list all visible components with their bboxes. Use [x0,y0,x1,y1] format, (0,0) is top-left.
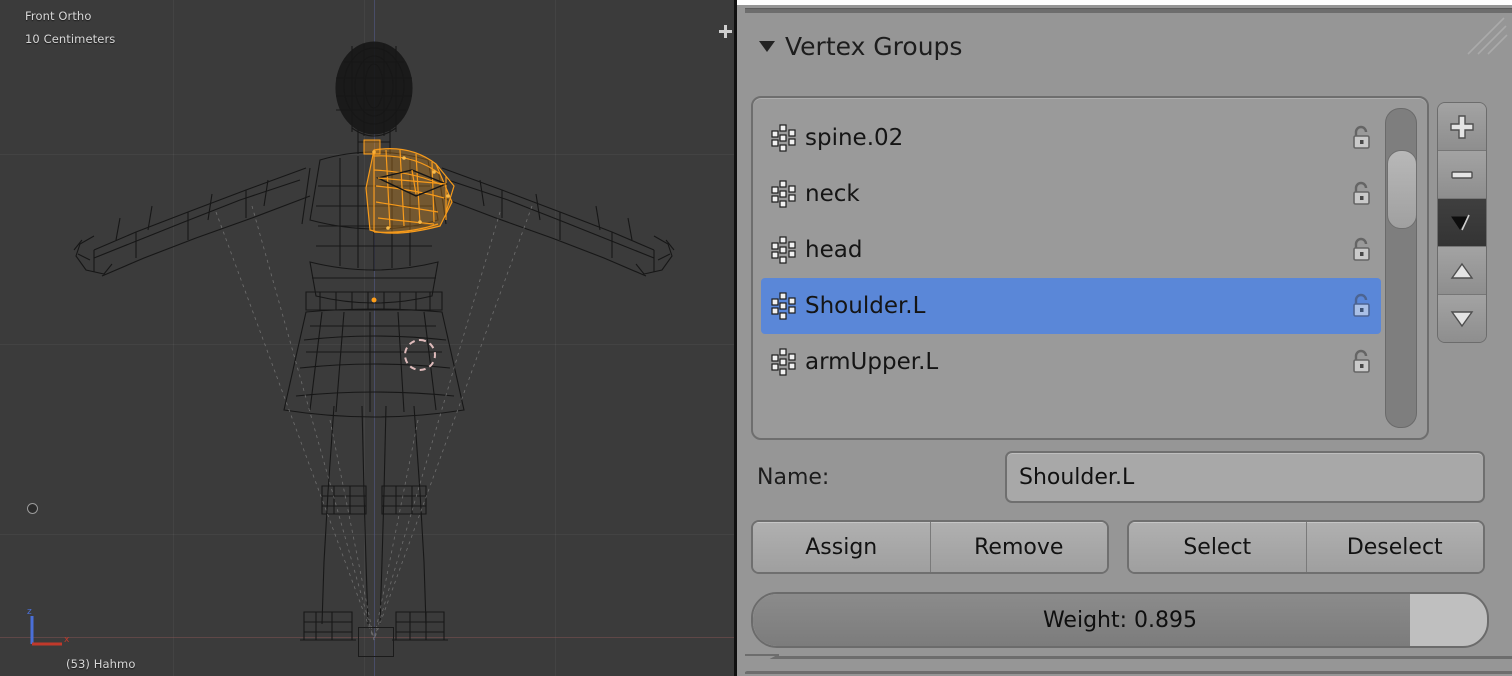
assign-remove-group: Assign Remove [751,520,1109,574]
plus-icon [1450,114,1474,139]
remove-button[interactable]: Remove [930,522,1107,572]
unlocked-padlock-icon[interactable] [1349,348,1375,376]
unlocked-padlock-icon[interactable] [1349,292,1375,320]
list-item-selected[interactable]: Shoulder.L [761,278,1381,334]
panel-top-divider [745,8,1512,13]
select-deselect-group: Select Deselect [1127,520,1485,574]
vertex-group-tool-column [1437,102,1487,343]
list-scrollbar[interactable] [1385,108,1417,428]
blender-window: x z Front Ortho 10 Centimeters (53) Hahm… [0,0,1512,676]
next-panel-divider[interactable] [745,654,1512,676]
list-item[interactable]: spine.02 [761,110,1381,166]
vertex-group-icon [771,292,796,320]
list-item-label: head [805,237,863,263]
list-item[interactable]: armUpper.L [761,334,1381,390]
viewport-object-info: (53) Hahmo [66,657,136,671]
3d-viewport[interactable]: x z Front Ortho 10 Centimeters (53) Hahm… [0,0,734,676]
plus-cursor-icon [719,25,732,38]
triangle-down-icon[interactable] [759,41,775,52]
svg-text:x: x [64,635,70,645]
name-input[interactable]: Shoulder.L [1005,451,1485,503]
properties-panel: Vertex Groups spine.02 neck head Shoulde… [737,0,1512,676]
unlocked-padlock-icon[interactable] [1349,124,1375,152]
weight-slider-label: Weight: 0.895 [1042,607,1198,633]
object-origin-icon [27,503,38,514]
list-item-label: spine.02 [805,125,904,151]
unlocked-padlock-icon[interactable] [1349,236,1375,264]
add-vertex-group-button[interactable] [1438,103,1486,151]
triangle-up-icon [1450,262,1474,279]
panel-title: Vertex Groups [785,32,963,61]
move-group-down-button[interactable] [1438,295,1486,342]
resize-grip-icon[interactable] [1460,16,1508,56]
dropdown-menu-icon [1451,214,1470,230]
name-input-value: Shoulder.L [1019,464,1135,490]
list-item-label: armUpper.L [805,349,939,375]
select-button[interactable]: Select [1129,522,1307,572]
list-item[interactable]: neck [761,166,1381,222]
viewport-grid-scale: 10 Centimeters [25,32,116,46]
vertex-groups-header[interactable]: Vertex Groups [759,32,962,61]
vertex-group-icon [771,124,796,152]
weight-slider[interactable]: Weight: 0.895 [751,592,1489,648]
panel-top-edge [737,0,1512,5]
assign-button[interactable]: Assign [753,522,931,572]
remove-vertex-group-button[interactable] [1438,151,1486,199]
vertex-group-name-row: Name: Shoulder.L [751,451,1485,503]
svg-text:z: z [27,607,32,617]
name-label: Name: [757,464,830,490]
panel-fold-corner-icon [745,654,779,672]
vertex-group-specials-button[interactable] [1438,199,1486,247]
move-group-up-button[interactable] [1438,247,1486,295]
axis-gizmo-icon: x z [27,607,70,646]
vertex-group-actions: Assign Remove Select Deselect [751,520,1485,574]
unlocked-padlock-icon[interactable] [1349,180,1375,208]
list-item-label: neck [805,181,860,207]
vertex-group-icon [771,180,796,208]
3d-cursor-icon [404,339,436,371]
character-mesh-wireframe[interactable] [0,0,734,676]
minus-icon [1451,170,1473,179]
armature-root-widget[interactable] [358,627,394,657]
vertex-group-icon [771,348,796,376]
list-scrollbar-thumb[interactable] [1387,150,1417,229]
triangle-down-icon [1450,310,1474,327]
vertex-group-list-rows: spine.02 neck head Shoulder.L armUpper.L [761,110,1381,436]
deselect-button[interactable]: Deselect [1306,522,1483,572]
vertex-group-list[interactable]: spine.02 neck head Shoulder.L armUpper.L [751,96,1429,440]
viewport-view-name: Front Ortho [25,9,92,23]
list-item[interactable]: head [761,222,1381,278]
list-item-label: Shoulder.L [805,293,926,319]
vertex-group-icon [771,236,796,264]
